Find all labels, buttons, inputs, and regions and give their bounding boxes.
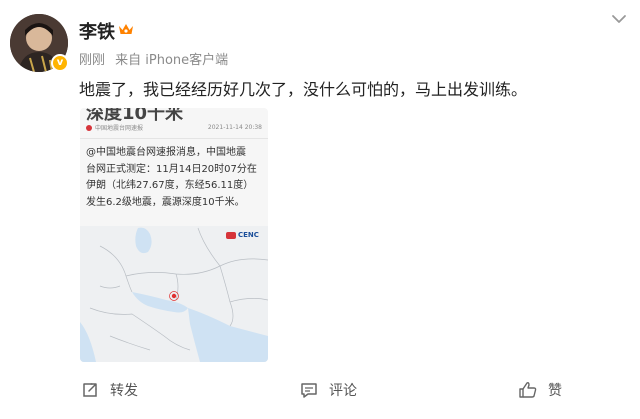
repost-button[interactable]: 转发 [80,380,138,400]
cenc-logo: CENC [226,231,259,239]
crown-icon [119,24,133,34]
post-meta: 刚刚 来自 iPhone客户端 [79,49,234,68]
source-logo-icon [86,124,92,131]
repost-icon [83,383,97,397]
comment-button[interactable]: 评论 [299,380,357,400]
image-body-line: 台网正式测定：11月14日20时07分在 [86,163,257,175]
map-graphic [80,226,268,362]
image-divider [80,138,268,139]
image-body-line: 伊朗（北纬27.67度，东经56.11度） [86,180,254,191]
like-label: 赞 [548,383,562,399]
repost-label: 转发 [110,383,138,399]
verified-badge: v [51,54,69,72]
image-source-row: 中国地震台网速报 2021-11-14 20:38 [86,123,262,132]
post-source[interactable]: 来自 iPhone客户端 [115,53,228,68]
image-body: @中国地震台网速报消息，中国地震 台网正式测定：11月14日20时07分在 伊朗… [86,145,264,211]
cenc-logo-icon [226,231,236,239]
chevron-down-icon[interactable] [611,13,627,25]
action-bar: 转发 评论 赞 [0,380,640,410]
post-image[interactable]: 深度10千米 中国地震台网速报 2021-11-14 20:38 @中国地震台网… [80,108,268,362]
comment-icon [301,383,317,398]
comment-label: 评论 [329,383,357,399]
like-button[interactable]: 赞 [518,380,562,400]
image-body-line: 发生6.2级地震，震源深度10千米。 [86,196,245,208]
image-source: 中国地震台网速报 [95,125,144,132]
cenc-logo-text: CENC [238,231,259,239]
earthquake-map: CENC [80,226,268,362]
thumbs-up-icon [519,382,537,398]
image-body-line: @中国地震台网速报消息，中国地震 [86,147,246,158]
post-text: 地震了，我已经经历好几次了，没什么可怕的，马上出发训练。 [79,80,528,99]
post-time: 刚刚 [79,53,106,68]
author-name[interactable]: 李铁 [79,18,115,44]
image-timestamp: 2021-11-14 20:38 [207,124,262,131]
